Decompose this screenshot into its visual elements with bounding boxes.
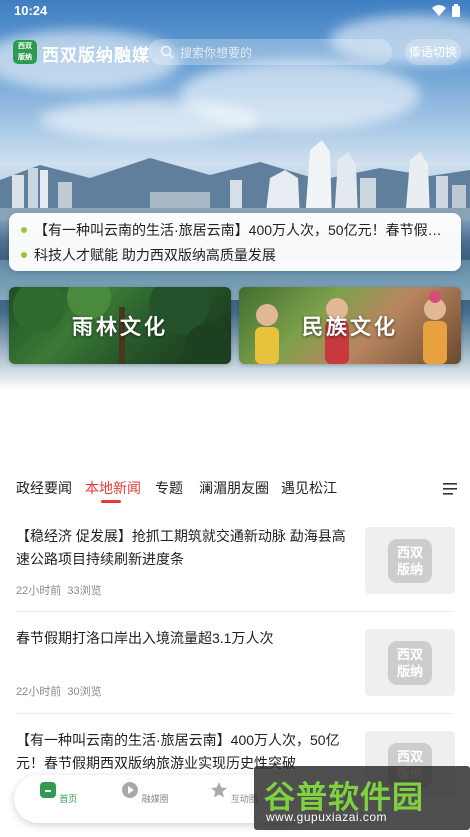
news-views: 33浏览	[67, 585, 102, 597]
nav-home[interactable]: 首页	[28, 781, 88, 805]
home-icon	[39, 782, 56, 798]
site-watermark: 谷普软件园 www.gupuxiazai.com	[254, 766, 470, 830]
placeholder-logo-icon: 西双 版纳	[388, 538, 432, 583]
card-label: 民族文化	[302, 315, 398, 339]
nav-label: 融媒圈	[141, 794, 169, 804]
news-title: 【稳经济 促发展】抢抓工期筑就交通新动脉 勐海县高速公路项目持续刷新进度条	[16, 528, 346, 567]
logo-mark-line-2: 版纳	[18, 54, 32, 61]
active-tab-indicator	[101, 500, 121, 503]
divider	[16, 713, 454, 714]
thumb-logo-line-2: 版纳	[396, 561, 423, 577]
logo-mark-line-1: 西双	[18, 43, 32, 50]
ticker-item[interactable]: 科技人才赋能 助力西双版纳高质量发展	[21, 245, 449, 265]
rainforest-culture-card[interactable]: 雨林文化	[9, 287, 231, 364]
wifi-icon	[432, 5, 446, 16]
ethnic-culture-card[interactable]: 民族文化	[239, 287, 461, 364]
search-icon	[160, 45, 174, 59]
menu-icon[interactable]	[443, 483, 457, 495]
news-time: 22小时前	[16, 585, 62, 597]
thumb-logo-line-1: 西双	[396, 646, 423, 662]
battery-icon	[452, 4, 460, 17]
tab-lancang-mekong[interactable]: 澜湄朋友圈	[199, 478, 269, 498]
tab-meet-songjiang[interactable]: 遇见松江	[281, 478, 337, 498]
status-time: 10:24	[14, 3, 48, 18]
top-bar: 西双 版纳 西双版纳融媒 搜索你想要的 傣语切换	[0, 34, 470, 68]
watermark-url: www.gupuxiazai.com	[266, 810, 388, 824]
divider	[16, 611, 454, 612]
city-skyline	[0, 140, 470, 220]
news-time: 22小时前	[16, 686, 62, 698]
language-switch-button[interactable]: 傣语切换	[405, 39, 461, 65]
app-logo-icon: 西双 版纳	[13, 40, 37, 64]
headline-ticker: 【有一种叫云南的生活·旅居云南】400万人次，50亿元！春节假期西双版纳旅游业实…	[9, 213, 461, 271]
tab-special-topics[interactable]: 专题	[155, 478, 183, 498]
tab-local-news[interactable]: 本地新闻	[85, 478, 141, 498]
tab-politics-economy[interactable]: 政经要闻	[16, 478, 72, 498]
news-thumbnail: 西双 版纳	[365, 527, 455, 594]
news-thumbnail: 西双 版纳	[365, 629, 455, 696]
thumb-logo-line-1: 西双	[396, 748, 423, 764]
nav-label: 首页	[59, 794, 78, 804]
search-placeholder: 搜索你想要的	[180, 45, 253, 60]
thumb-logo-line-2: 版纳	[396, 663, 423, 679]
nav-media-circle[interactable]: 融媒圈	[115, 781, 175, 805]
news-title: 春节假期打洛口岸出入境流量超3.1万人次	[16, 630, 274, 646]
star-icon	[211, 782, 228, 798]
app-title: 西双版纳融媒	[42, 46, 150, 65]
play-icon	[122, 782, 139, 798]
status-bar: 10:24	[0, 0, 470, 22]
news-item[interactable]: 【稳经济 促发展】抢抓工期筑就交通新动脉 勐海县高速公路项目持续刷新进度条 22…	[0, 525, 470, 610]
news-views: 30浏览	[67, 686, 102, 698]
bullet-dot	[21, 252, 27, 258]
placeholder-logo-icon: 西双 版纳	[388, 640, 432, 685]
ticker-text: 【有一种叫云南的生活·旅居云南】400万人次，50亿元！春节假期西双版纳旅游业实…	[34, 222, 449, 238]
news-item[interactable]: 春节假期打洛口岸出入境流量超3.1万人次 22小时前 30浏览 西双 版纳	[0, 627, 470, 712]
card-label: 雨林文化	[72, 315, 168, 339]
ticker-text: 科技人才赋能 助力西双版纳高质量发展	[34, 247, 276, 263]
bullet-dot	[21, 227, 27, 233]
ticker-item[interactable]: 【有一种叫云南的生活·旅居云南】400万人次，50亿元！春节假期西双版纳旅游业实…	[21, 220, 449, 240]
search-input[interactable]: 搜索你想要的	[148, 39, 392, 65]
category-tabs: 政经要闻 本地新闻 专题 澜湄朋友圈 遇见松江	[0, 470, 470, 506]
thumb-logo-line-1: 西双	[396, 544, 423, 560]
